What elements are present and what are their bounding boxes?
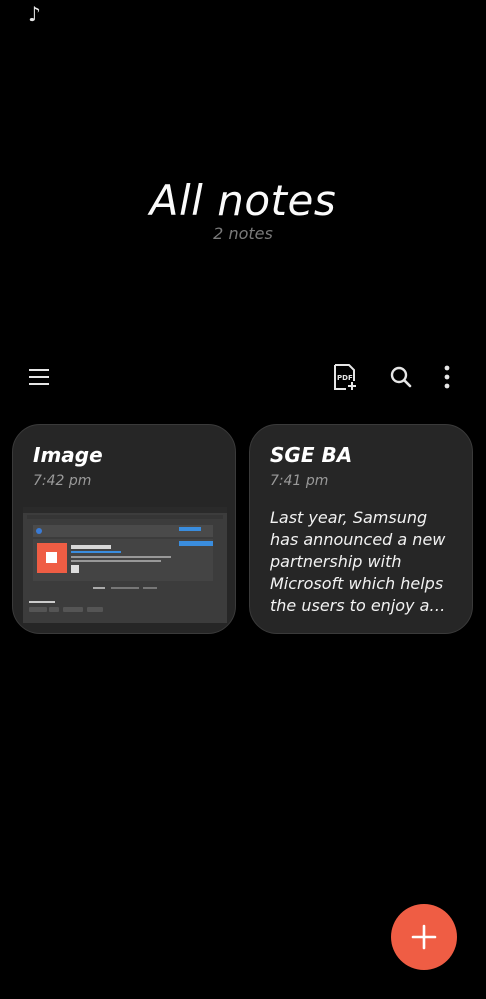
note-time: 7:41 pm (270, 473, 329, 489)
search-button[interactable] (386, 362, 416, 392)
music-note-icon: ♪ (28, 2, 41, 26)
plus-icon (411, 924, 437, 950)
note-title: Image (33, 443, 103, 467)
more-options-icon (444, 365, 450, 389)
note-card[interactable]: Image 7:42 pm (12, 424, 236, 634)
svg-text:PDF: PDF (337, 374, 353, 382)
menu-button[interactable] (24, 362, 54, 392)
more-options-button[interactable] (432, 362, 462, 392)
note-time: 7:42 pm (33, 473, 92, 489)
add-note-button[interactable] (391, 904, 457, 970)
pdf-import-icon: PDF (334, 364, 356, 390)
note-title: SGE BA (270, 443, 353, 467)
page-title: All notes (149, 176, 337, 225)
notes-count: 2 notes (213, 224, 273, 243)
note-preview: Last year, Samsung has announced a new p… (270, 508, 446, 615)
search-icon (390, 366, 412, 388)
pdf-import-button[interactable]: PDF (330, 362, 360, 392)
thumbnail-image (23, 507, 227, 623)
notes-screen: ♪ All notes 2 notes PDF Image 7:42 pm SG… (0, 0, 486, 999)
hamburger-menu-icon (29, 369, 49, 385)
screenshot-thumbnail (23, 507, 227, 623)
note-card[interactable]: SGE BA 7:41 pm Last year, Samsung has an… (249, 424, 473, 634)
